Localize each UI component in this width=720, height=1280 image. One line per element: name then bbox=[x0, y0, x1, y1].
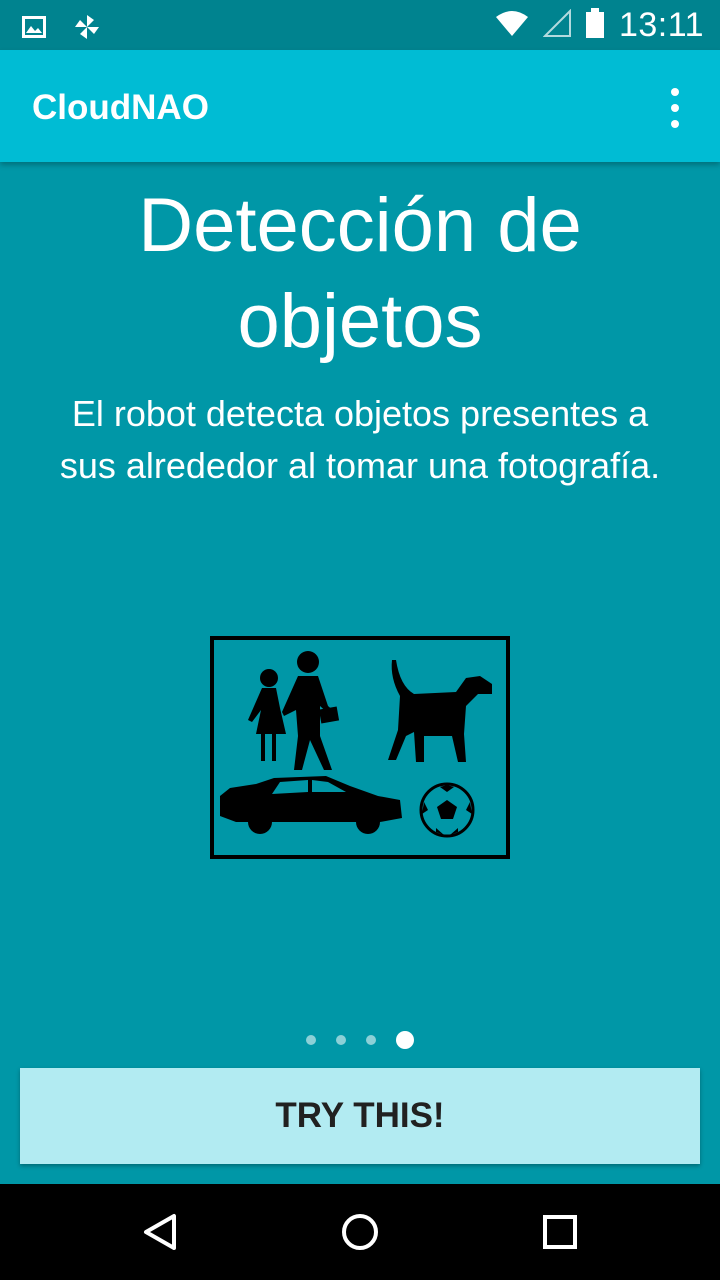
adult-icon bbox=[282, 651, 340, 770]
try-this-button[interactable]: TRY THIS! bbox=[20, 1068, 700, 1164]
page-indicator bbox=[0, 1030, 720, 1050]
headline-line-2: objetos bbox=[237, 279, 483, 364]
image-notification-icon bbox=[22, 16, 46, 42]
page-title: Detección de objetos bbox=[0, 178, 720, 370]
app-title: CloudNAO bbox=[32, 88, 209, 127]
wifi-icon bbox=[495, 9, 529, 41]
dog-icon bbox=[388, 660, 492, 762]
page-dot-3[interactable] bbox=[366, 1035, 376, 1045]
description-line-2: sus alrededor al tomar una fotografía. bbox=[59, 445, 661, 486]
back-icon[interactable] bbox=[140, 1212, 180, 1252]
child-icon bbox=[248, 669, 286, 761]
battery-icon bbox=[585, 8, 605, 42]
soccer-ball-icon bbox=[419, 782, 475, 838]
headline-line-1: Detección de bbox=[138, 183, 582, 268]
car-icon bbox=[220, 776, 402, 834]
app-bar: CloudNAO bbox=[0, 50, 720, 162]
home-icon[interactable] bbox=[340, 1212, 380, 1252]
description-line-1: El robot detecta objetos presentes a bbox=[71, 393, 649, 434]
status-bar: 13:11 bbox=[0, 0, 720, 50]
page-dot-4-active[interactable] bbox=[396, 1031, 414, 1049]
more-vert-icon[interactable] bbox=[660, 88, 690, 128]
cell-signal-icon bbox=[542, 8, 571, 41]
pinwheel-notification-icon bbox=[72, 12, 102, 46]
navigation-bar bbox=[0, 1184, 720, 1280]
recents-icon[interactable] bbox=[540, 1212, 580, 1252]
page-dot-1[interactable] bbox=[306, 1035, 316, 1045]
object-detection-illustration bbox=[210, 636, 510, 859]
page-description: El robot detecta objetos presentes a sus… bbox=[10, 388, 710, 492]
page-dot-2[interactable] bbox=[336, 1035, 346, 1045]
status-time: 13:11 bbox=[618, 5, 704, 44]
